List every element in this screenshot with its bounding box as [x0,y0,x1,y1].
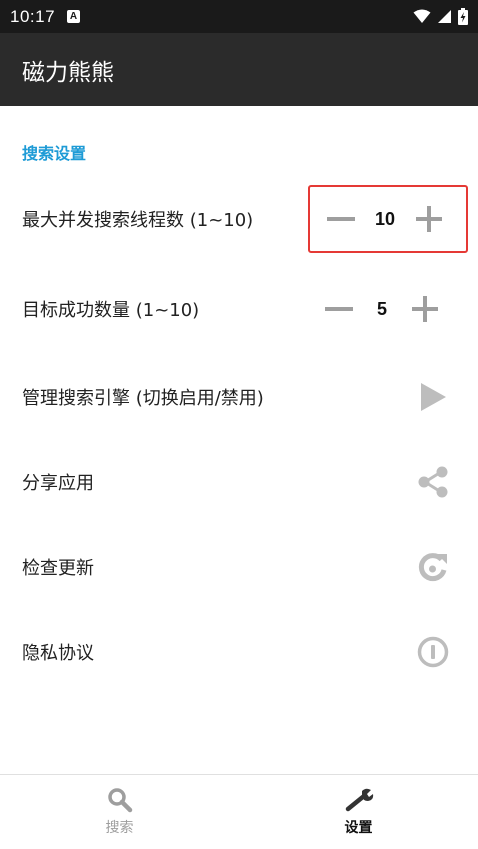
thread-count-label: 最大并发搜索线程数 (1~10) [22,210,254,231]
target-count-decrement-button[interactable] [324,294,354,324]
target-count-value: 5 [376,298,387,319]
wrench-icon [345,788,373,812]
nav-tab-settings-label: 设置 [344,820,373,836]
play-arrow-icon [416,380,450,414]
status-icons [413,8,468,25]
plus-icon [412,296,438,322]
info-icon [416,635,450,669]
search-icon [107,788,132,813]
thread-count-stepper: 10 [308,185,468,253]
minus-icon [325,307,353,311]
privacy-policy-row[interactable]: 隐私协议 [0,622,478,682]
target-count-row: 目标成功数量 (1~10) 5 [0,279,478,339]
share-icon [416,465,450,499]
target-count-stepper: 5 [308,279,458,339]
status-bar: 10:17 A [0,0,478,33]
signal-icon [438,10,451,23]
app-title: 磁力熊熊 [22,59,114,86]
nav-tab-search[interactable]: 搜索 [0,775,239,849]
status-time: 10:17 [10,6,56,26]
nav-tab-settings[interactable]: 设置 [239,775,478,849]
app-bar: 磁力熊熊 [0,33,478,106]
settings-content: 搜索设置 最大并发搜索线程数 (1~10) 10 目标成功数量 (1~10) 5 [0,106,478,774]
privacy-policy-label: 隐私协议 [22,643,94,664]
thread-count-row: 最大并发搜索线程数 (1~10) 10 [0,185,478,253]
plus-icon [416,206,442,232]
share-app-row[interactable]: 分享应用 [0,452,478,512]
target-count-increment-button[interactable] [410,294,440,324]
thread-count-value: 10 [374,208,396,229]
thread-count-increment-button[interactable] [414,204,444,234]
wifi-icon [413,9,431,23]
battery-charging-icon [458,8,468,25]
refresh-icon [416,550,450,584]
bottom-nav: 搜索 设置 [0,774,478,849]
target-count-label: 目标成功数量 (1~10) [22,300,200,321]
share-app-label: 分享应用 [22,473,94,494]
notification-icon: A [67,10,81,23]
thread-count-decrement-button[interactable] [326,204,356,234]
check-update-row[interactable]: 检查更新 [0,537,478,597]
check-update-label: 检查更新 [22,558,94,579]
nav-tab-search-label: 搜索 [105,820,134,836]
manage-search-engines-label: 管理搜索引擎 (切换启用/禁用) [22,388,264,409]
manage-search-engines-row[interactable]: 管理搜索引擎 (切换启用/禁用) [0,367,478,427]
section-title-search-settings: 搜索设置 [22,144,87,163]
minus-icon [327,217,355,221]
